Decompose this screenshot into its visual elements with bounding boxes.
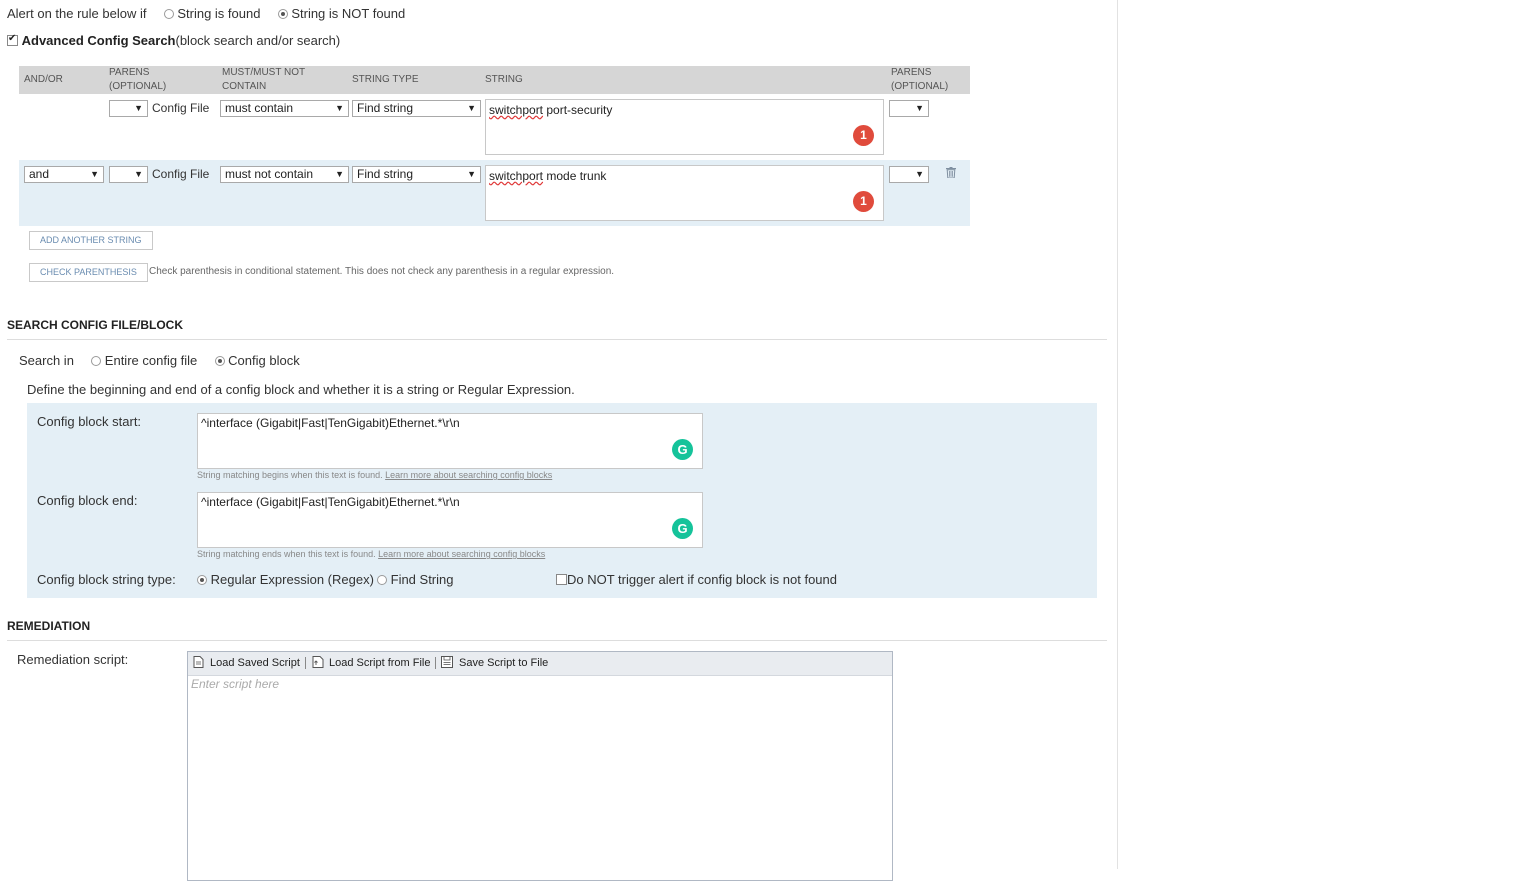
radio-config-block[interactable]: Config block <box>214 353 300 368</box>
learn-more-link[interactable]: Learn more about searching config blocks <box>385 470 552 480</box>
no-trigger-checkbox-row[interactable]: Do NOT trigger alert if config block is … <box>556 572 837 587</box>
config-block-end-input[interactable]: ^interface (Gigabit|Fast|TenGigabit)Ethe… <box>197 492 703 548</box>
config-block-start-label: Config block start: <box>37 414 142 429</box>
grammarly-icon[interactable]: G <box>672 439 693 460</box>
radio-entire-config-file[interactable]: Entire config file <box>91 353 197 368</box>
header-parens-open: PARENS (OPTIONAL) <box>109 67 167 92</box>
string-type-select[interactable]: Find string ▼ <box>352 100 481 117</box>
string-input[interactable]: switchport mode trunk <box>485 165 884 221</box>
search-in-row: Search in Entire config file Config bloc… <box>19 353 300 368</box>
header-string: STRING <box>485 74 523 85</box>
config-block-end-label: Config block end: <box>37 493 138 508</box>
must-contain-select[interactable]: must contain ▼ <box>220 100 349 117</box>
search-in-label: Search in <box>19 353 74 368</box>
load-from-file-icon <box>312 656 324 668</box>
config-block-string-type-label: Config block string type: <box>37 572 176 587</box>
config-block-end-hint: String matching ends when this text is f… <box>197 549 546 559</box>
config-block-start-hint: String matching begins when this text is… <box>197 470 553 480</box>
toolbar-separator <box>435 657 436 669</box>
source-label: Config File <box>152 101 210 115</box>
radio-string-found[interactable]: String is found <box>163 6 260 21</box>
save-file-icon <box>441 656 453 668</box>
header-must-contain: MUST/MUST NOT CONTAIN <box>222 67 306 92</box>
header-andor: AND/OR <box>24 74 63 85</box>
rules-table-header: AND/OR PARENS (OPTIONAL) MUST/MUST NOT CON… <box>19 66 970 94</box>
must-contain-select[interactable]: must not contain ▼ <box>220 166 349 183</box>
andor-select[interactable]: and ▼ <box>24 166 104 183</box>
check-parenthesis-button[interactable]: CHECK PARENTHESIS <box>29 263 148 282</box>
radio-regular-expression[interactable]: Regular Expression (Regex) <box>197 572 374 587</box>
parens-close-select[interactable]: ▼ <box>889 166 929 183</box>
alert-rule-row: Alert on the rule below if String is fou… <box>7 6 405 21</box>
learn-more-link[interactable]: Learn more about searching config blocks <box>378 549 545 559</box>
grammarly-icon[interactable]: G <box>672 518 693 539</box>
source-label: Config File <box>152 167 210 181</box>
parens-open-select[interactable]: ▼ <box>109 166 148 183</box>
header-string-type: STRING TYPE <box>352 74 419 85</box>
advanced-config-search-title: Advanced Config Search <box>21 33 176 48</box>
alert-rule-label: Alert on the rule below if <box>7 6 147 21</box>
save-script-to-file-button[interactable]: Save Script to File <box>459 657 548 669</box>
check-parenthesis-note: Check parenthesis in conditional stateme… <box>149 266 615 277</box>
advanced-config-search-subtitle: (block search and/or search) <box>175 33 341 48</box>
remediation-script-label: Remediation script: <box>17 652 129 667</box>
section-divider <box>7 339 1107 340</box>
load-saved-script-icon <box>193 656 204 668</box>
load-saved-script-button[interactable]: Load Saved Script <box>210 657 300 669</box>
advanced-config-search-checkbox[interactable] <box>7 33 18 46</box>
radio-string-not-found[interactable]: String is NOT found <box>277 6 405 21</box>
remediation-section-title: REMEDIATION <box>7 619 91 633</box>
header-parens-close: PARENS (OPTIONAL) <box>891 67 949 92</box>
issue-count-badge[interactable]: 1 <box>853 125 874 146</box>
define-block-text: Define the beginning and end of a config… <box>27 382 575 397</box>
search-config-section-title: SEARCH CONFIG FILE/BLOCK <box>7 318 183 332</box>
right-panel-divider <box>1117 0 1118 869</box>
remediation-script-editor <box>187 651 893 881</box>
load-script-from-file-button[interactable]: Load Script from File <box>329 657 430 669</box>
toolbar-separator <box>305 657 306 669</box>
section-divider <box>7 640 1107 641</box>
parens-open-select[interactable]: ▼ <box>109 100 148 117</box>
config-block-start-input[interactable]: ^interface (Gigabit|Fast|TenGigabit)Ethe… <box>197 413 703 469</box>
no-trigger-label: Do NOT trigger alert if config block is … <box>567 572 837 587</box>
script-textarea[interactable]: Enter script here <box>191 677 279 691</box>
no-trigger-checkbox[interactable] <box>556 574 567 585</box>
parens-close-select[interactable]: ▼ <box>889 100 929 117</box>
string-type-select[interactable]: Find string ▼ <box>352 166 481 183</box>
string-input[interactable]: switchport port-security <box>485 99 884 155</box>
radio-find-string[interactable]: Find String <box>377 572 454 587</box>
advanced-config-search-row: Advanced Config Search(block search and/… <box>7 33 340 48</box>
trash-icon[interactable] <box>946 167 956 178</box>
add-another-string-button[interactable]: ADD ANOTHER STRING <box>29 231 153 250</box>
issue-count-badge[interactable]: 1 <box>853 191 874 212</box>
